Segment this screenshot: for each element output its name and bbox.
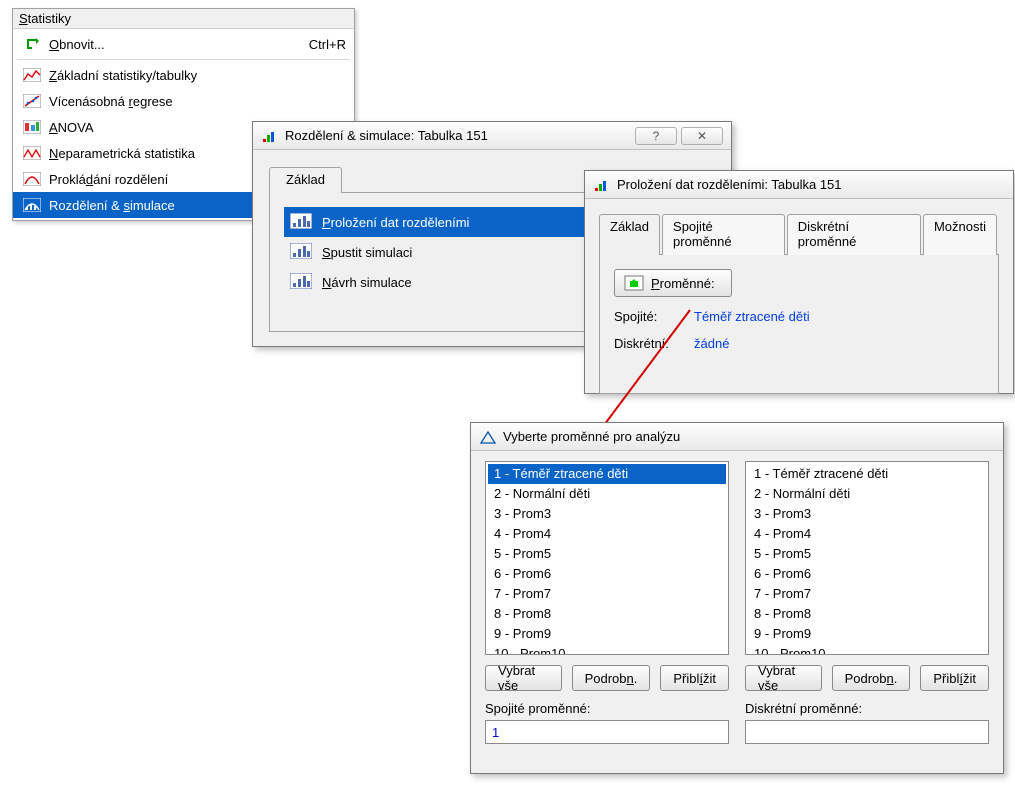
stats-icon — [21, 66, 43, 84]
field-value: Téměř ztracené děti — [694, 309, 810, 324]
option-label: Spustit simulaci — [322, 245, 412, 260]
list-item[interactable]: 9 - Prom9 — [488, 624, 726, 644]
field-row: Spojité:Téměř ztracené děti — [614, 309, 984, 324]
list-item[interactable]: 9 - Prom9 — [748, 624, 986, 644]
close-button[interactable]: ✕ — [681, 127, 723, 145]
list-item[interactable]: 4 - Prom4 — [748, 524, 986, 544]
menu-item[interactable]: Základní statistiky/tabulky — [13, 62, 354, 88]
nonparam-icon — [21, 144, 43, 162]
menu-item-label: Obnovit... — [49, 37, 309, 52]
list-item[interactable]: 4 - Prom4 — [488, 524, 726, 544]
list-item[interactable]: 1 - Téměř ztracené děti — [748, 464, 986, 484]
sim-icon — [21, 196, 43, 214]
menu-item-shortcut: Ctrl+R — [309, 37, 346, 52]
menu-item-label: Základní statistiky/tabulky — [49, 68, 346, 83]
list-item[interactable]: 3 - Prom3 — [488, 504, 726, 524]
tab[interactable]: Spojité proměnné — [662, 214, 785, 255]
histogram-icon — [290, 213, 314, 231]
help-button[interactable]: ? — [635, 127, 677, 145]
histogram-icon — [290, 273, 314, 291]
titlebar: Vyberte proměnné pro analýzu — [471, 423, 1003, 451]
podrobn-left-button[interactable]: Podrobn. — [572, 665, 651, 691]
spojite-label: Spojité proměnné: — [485, 701, 729, 716]
option-label: Návrh simulace — [322, 275, 412, 290]
podrobn-right-button[interactable]: Podrobn. — [832, 665, 911, 691]
list-item[interactable]: 7 - Prom7 — [488, 584, 726, 604]
list-item[interactable]: 2 - Normální děti — [488, 484, 726, 504]
option-label: Proložení dat rozděleními — [322, 215, 469, 230]
tab[interactable]: Možnosti — [923, 214, 997, 255]
tabs: ZákladSpojité proměnnéDiskrétní proměnné… — [585, 199, 1013, 254]
menu-item[interactable]: Vícenásobná regrese — [13, 88, 354, 114]
spojite-listbox[interactable]: 1 - Téměř ztracené děti2 - Normální děti… — [485, 461, 729, 655]
promenne-button[interactable]: Proměnné: — [614, 269, 732, 297]
tab-panel: Proměnné: Spojité:Téměř ztracené dětiDis… — [599, 254, 999, 394]
field-row: Diskrétní:žádné — [614, 336, 984, 351]
diskretni-label: Diskrétní proměnné: — [745, 701, 989, 716]
list-item[interactable]: 7 - Prom7 — [748, 584, 986, 604]
app-icon — [261, 129, 279, 143]
priblizit-left-button[interactable]: Přiblížit — [660, 665, 729, 691]
list-item[interactable]: 3 - Prom3 — [748, 504, 986, 524]
field-label: Spojité: — [614, 309, 694, 324]
menu-item-label: Vícenásobná regrese — [49, 94, 346, 109]
titlebar: Rozdělení & simulace: Tabulka 151 ? ✕ — [253, 122, 731, 150]
dialog-prolozeni-dat: Proložení dat rozděleními: Tabulka 151 Z… — [584, 170, 1014, 394]
field-value: žádné — [694, 336, 729, 351]
dialog-title: Vyberte proměnné pro analýzu — [503, 429, 995, 444]
variables-icon — [623, 274, 645, 292]
field-label: Diskrétní: — [614, 336, 694, 351]
list-item[interactable]: 8 - Prom8 — [488, 604, 726, 624]
refresh-icon — [21, 35, 43, 53]
dialog-vyberte-promenne: Vyberte proměnné pro analýzu 1 - Téměř z… — [470, 422, 1004, 774]
priblizit-right-button[interactable]: Přiblížit — [920, 665, 989, 691]
list-item[interactable]: 6 - Prom6 — [748, 564, 986, 584]
vybrat-vse-right-button[interactable]: Vybrat vše — [745, 665, 822, 691]
regress-icon — [21, 92, 43, 110]
tab[interactable]: Základ — [599, 214, 660, 255]
list-item[interactable]: 1 - Téměř ztracené děti — [488, 464, 726, 484]
list-item[interactable]: 6 - Prom6 — [488, 564, 726, 584]
histogram-icon — [290, 243, 314, 261]
list-item[interactable]: 5 - Prom5 — [488, 544, 726, 564]
list-item[interactable]: 2 - Normální děti — [748, 484, 986, 504]
list-item[interactable]: 5 - Prom5 — [748, 544, 986, 564]
tab-zaklad[interactable]: Základ — [269, 167, 342, 193]
anova-icon — [21, 118, 43, 136]
fit-icon — [21, 170, 43, 188]
app-icon — [593, 178, 611, 192]
titlebar: Proložení dat rozděleními: Tabulka 151 — [585, 171, 1013, 199]
dialog-title: Rozdělení & simulace: Tabulka 151 — [285, 128, 631, 143]
menu-title: Statistiky — [13, 9, 354, 29]
list-item[interactable]: 10 - Prom10 — [748, 644, 986, 655]
tab[interactable]: Diskrétní proměnné — [787, 214, 921, 255]
diskretni-listbox[interactable]: 1 - Téměř ztracené děti2 - Normální děti… — [745, 461, 989, 655]
app-icon — [479, 430, 497, 444]
list-item[interactable]: 8 - Prom8 — [748, 604, 986, 624]
spojite-input[interactable] — [485, 720, 729, 744]
menu-item[interactable]: Obnovit...Ctrl+R — [13, 31, 354, 57]
dialog-title: Proložení dat rozděleními: Tabulka 151 — [617, 177, 1005, 192]
list-item[interactable]: 10 - Prom10 — [488, 644, 726, 655]
menu-separator — [17, 59, 350, 60]
diskretni-input[interactable] — [745, 720, 989, 744]
vybrat-vse-left-button[interactable]: Vybrat vše — [485, 665, 562, 691]
